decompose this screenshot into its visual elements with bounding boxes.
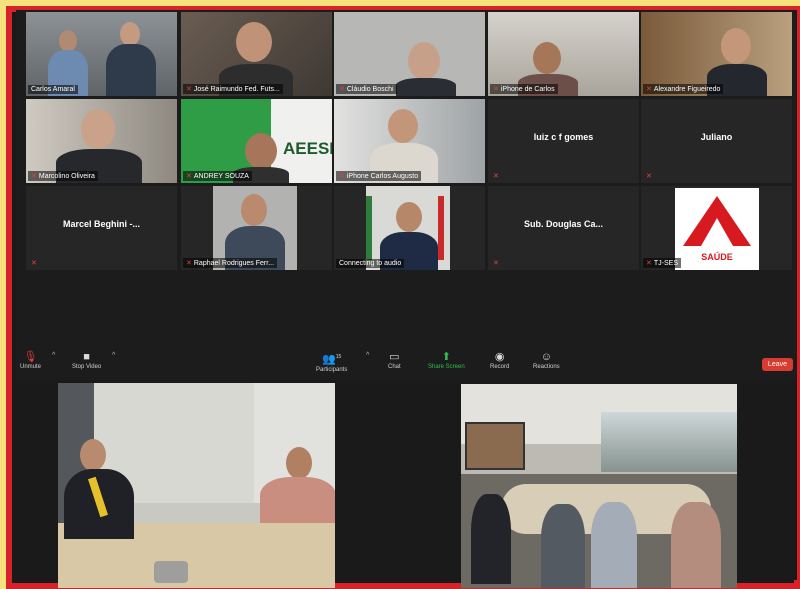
screen — [465, 422, 525, 470]
person-head — [286, 447, 312, 479]
chevron-up-icon[interactable]: ^ — [112, 352, 115, 359]
video-tile-iphone-carlos-augusto[interactable]: ✕ iPhone Carlos Augusto — [334, 99, 485, 183]
smiley-icon: ☺ — [540, 351, 552, 363]
photo-meeting-room-right — [461, 384, 737, 588]
video-camera-icon: ■ — [83, 351, 90, 363]
flag — [366, 196, 372, 260]
person-head — [241, 194, 267, 226]
participant-display-name: Sub. Douglas Ca... — [523, 219, 603, 229]
person-body — [541, 504, 585, 588]
saude-label: SAÚDE — [701, 252, 733, 262]
video-tile-tj-ses[interactable]: SAÚDE ✕ TJ-SES — [641, 186, 792, 270]
windows — [601, 412, 737, 472]
participant-display-name: Juliano — [700, 132, 733, 142]
person-body — [591, 502, 637, 588]
chat-button[interactable]: ▭ Chat — [388, 350, 401, 370]
video-tile-marcolino-oliveira[interactable]: ✕ Marcolino Oliveira — [26, 99, 177, 183]
participant-name: ✕ — [490, 258, 502, 268]
microphone-base — [154, 561, 188, 583]
video-tile-iphone-de-carlos[interactable]: ✕ iPhone de Carlos — [488, 12, 639, 96]
participant-name: ✕ Alexandre Figueiredo — [643, 84, 724, 94]
person-head — [396, 202, 422, 232]
muted-mic-icon: ✕ — [186, 173, 192, 180]
reactions-button[interactable]: ☺ Reactions — [533, 350, 560, 370]
muted-mic-icon: ✕ — [186, 260, 192, 267]
participant-name: ✕ — [490, 171, 502, 181]
participant-display-name: Marcel Beghini -... — [62, 219, 140, 229]
video-tile-marcel-beghini[interactable]: Marcel Beghini -... ✕ — [26, 186, 177, 270]
participant-name: Carlos Amaral — [28, 85, 78, 94]
video-tile-andrey-souza[interactable]: AEESB ✕ANDREY SOUZA — [181, 99, 332, 183]
video-tile-alexandre-figueiredo[interactable]: ✕ Alexandre Figueiredo — [641, 12, 792, 96]
aeesb-banner-text: AEESB — [283, 139, 332, 158]
muted-mic-icon: ✕ — [339, 173, 345, 180]
record-button[interactable]: ◉ Record — [490, 350, 509, 370]
person-head — [120, 22, 140, 46]
person-head — [236, 22, 272, 62]
participant-name: ✕ — [643, 171, 655, 181]
person-head — [245, 133, 277, 169]
muted-mic-icon: ✕ — [186, 86, 192, 93]
photo-meeting-room-left — [58, 383, 335, 588]
muted-mic-icon: ✕ — [646, 173, 652, 180]
muted-mic-icon: ✕ — [493, 86, 499, 93]
person-body — [471, 494, 511, 584]
chevron-up-icon[interactable]: ^ — [366, 352, 369, 359]
participants-icon: 👥15 — [322, 353, 342, 366]
video-tile-connecting-audio[interactable]: Connecting to audio — [334, 186, 485, 270]
flag — [438, 196, 444, 260]
participant-name: ✕ José Raimundo Fed. Futs... — [183, 84, 283, 94]
muted-mic-icon: ✕ — [31, 173, 37, 180]
zoom-gallery: Carlos Amaral ✕ José Raimundo Fed. Futs..… — [16, 10, 797, 346]
chat-icon: ▭ — [389, 351, 400, 363]
muted-mic-icon: ✕ — [31, 260, 37, 267]
muted-mic-icon: 🎙 — [23, 351, 38, 363]
participant-name: ✕ Marcolino Oliveira — [28, 171, 98, 181]
leave-button[interactable]: Leave — [761, 358, 793, 371]
video-tile-jose-raimundo[interactable]: ✕ José Raimundo Fed. Futs... — [181, 12, 332, 96]
video-tile-luiz-gomes[interactable]: luiz c f gomes ✕ — [488, 99, 639, 183]
participant-name: ✕ ANDREY SOUZA — [183, 171, 252, 181]
participant-name: ✕ Raphael Rodrigues Ferr... — [183, 258, 278, 268]
record-icon: ◉ — [494, 351, 505, 363]
unmute-button[interactable]: 🎙 Unmute — [20, 350, 41, 370]
person-head — [721, 28, 751, 64]
video-tile-raphael-rodrigues[interactable]: ✕ Raphael Rodrigues Ferr... — [181, 186, 332, 270]
video-tile-claudio-boschi[interactable]: ✕ Cláudio Boschi — [334, 12, 485, 96]
person-body — [671, 502, 721, 588]
person-head — [81, 109, 115, 149]
video-tile-juliano[interactable]: Juliano ✕ — [641, 99, 792, 183]
stop-video-button[interactable]: ■ Stop Video — [72, 350, 101, 370]
muted-mic-icon: ✕ — [646, 86, 652, 93]
zoom-toolbar: 🎙 Unmute ^ ■ Stop Video ^ 👥15 Participan… — [16, 346, 797, 380]
muted-mic-icon: ✕ — [493, 173, 499, 180]
participant-display-name: luiz c f gomes — [533, 132, 594, 142]
muted-mic-icon: ✕ — [339, 86, 345, 93]
person-body — [396, 78, 456, 96]
person-head — [59, 30, 77, 52]
participant-name: ✕ Cláudio Boschi — [336, 84, 397, 94]
person-head — [388, 109, 418, 143]
muted-mic-icon: ✕ — [493, 260, 499, 267]
participant-name: ✕ TJ-SES — [643, 258, 681, 268]
participant-name: Connecting to audio — [336, 259, 405, 268]
muted-mic-icon: ✕ — [646, 260, 652, 267]
participant-name: ✕ iPhone Carlos Augusto — [336, 171, 422, 181]
person-body — [260, 477, 335, 523]
person-body — [106, 44, 156, 96]
meeting-photos — [16, 380, 797, 588]
person-head — [80, 439, 106, 471]
video-tile-carlos-amaral[interactable]: Carlos Amaral — [26, 12, 177, 96]
video-tile-douglas[interactable]: Sub. Douglas Ca... ✕ — [488, 186, 639, 270]
participants-button[interactable]: 👥15 Participants — [316, 350, 347, 373]
share-screen-button[interactable]: ⬆ Share Screen — [428, 350, 465, 370]
chevron-up-icon[interactable]: ^ — [52, 352, 55, 359]
participant-name: ✕ — [28, 258, 40, 268]
share-screen-icon: ⬆ — [441, 351, 451, 363]
participant-name: ✕ iPhone de Carlos — [490, 84, 558, 94]
person-head — [533, 42, 561, 74]
person-head — [408, 42, 440, 80]
